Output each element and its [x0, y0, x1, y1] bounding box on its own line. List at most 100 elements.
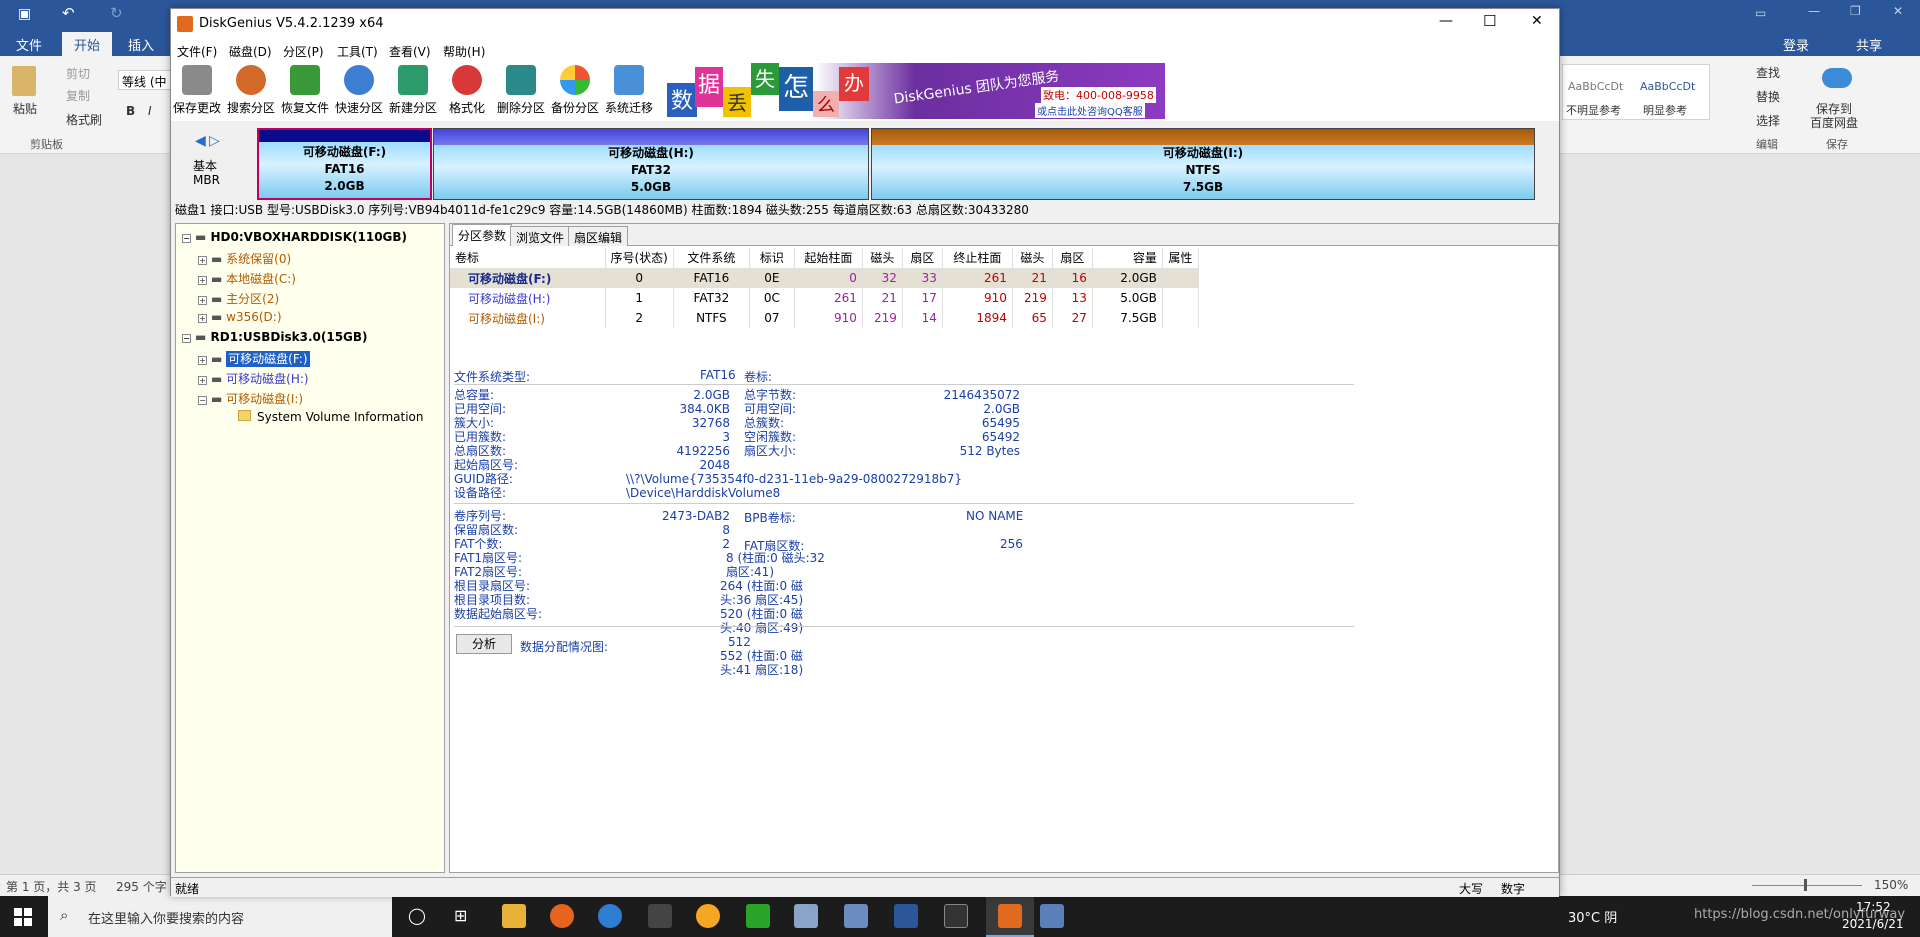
- col-id[interactable]: 标识: [749, 248, 795, 268]
- dg-close-icon[interactable]: ✕: [1531, 13, 1543, 29]
- baidu-pan-label[interactable]: 百度网盘: [1810, 114, 1858, 131]
- weather-text[interactable]: 30°C 阴: [1568, 907, 1617, 926]
- col-end-head[interactable]: 磁头: [1012, 248, 1053, 268]
- paste-button[interactable]: 粘贴: [13, 100, 37, 117]
- task-view-icon[interactable]: ◯: [408, 906, 426, 925]
- tree-item-svi[interactable]: System Volume Information: [238, 410, 423, 424]
- col-start-cyl[interactable]: 起始柱面: [794, 248, 863, 268]
- partition-block-i[interactable]: 可移动磁盘(I:) NTFS 7.5GB: [871, 128, 1535, 200]
- ribbon-display-icon[interactable]: ▭: [1755, 6, 1766, 20]
- app-icon-window[interactable]: [794, 904, 818, 928]
- tree-item-removable-f[interactable]: + ▬ 可移动磁盘(F:): [198, 350, 310, 367]
- copy-button[interactable]: 复制: [66, 87, 90, 104]
- new-partition-button[interactable]: 新建分区: [387, 63, 439, 119]
- dg-maximize-icon[interactable]: ☐: [1483, 12, 1496, 30]
- bold-button[interactable]: B: [126, 104, 135, 118]
- support-banner[interactable]: 数 据 丢 失 怎 么 办 DiskGenius 团队为您服务 致电：400-0…: [665, 63, 1165, 119]
- delete-partition-button[interactable]: 删除分区: [495, 63, 547, 119]
- menu-view[interactable]: 查看(V): [389, 43, 431, 60]
- partition-block-h[interactable]: 可移动磁盘(H:) FAT32 5.0GB: [433, 128, 869, 200]
- tree-item-local-c[interactable]: + ▬ 本地磁盘(C:): [198, 270, 296, 287]
- app-icon-computer[interactable]: [844, 904, 868, 928]
- calculator-icon[interactable]: [1040, 904, 1064, 928]
- tab-partition-params[interactable]: 分区参数: [452, 224, 513, 246]
- redo-icon[interactable]: ↻: [110, 4, 123, 22]
- firefox-icon[interactable]: [550, 904, 574, 928]
- clock-date[interactable]: 2021/6/21: [1842, 917, 1904, 931]
- format-button[interactable]: 格式化: [441, 63, 493, 119]
- tree-item-primary-2[interactable]: + ▬ 主分区(2): [198, 290, 279, 307]
- col-capacity[interactable]: 容量: [1092, 248, 1163, 268]
- menu-file[interactable]: 文件(F): [177, 43, 217, 60]
- network-app-icon[interactable]: [598, 904, 622, 928]
- col-end-sector[interactable]: 扇区: [1052, 248, 1093, 268]
- share-button[interactable]: 共享: [1856, 35, 1882, 54]
- find-button[interactable]: 查找: [1756, 64, 1780, 81]
- dg-minimize-icon[interactable]: —: [1439, 13, 1453, 29]
- zoom-slider[interactable]: [1752, 885, 1862, 886]
- style-name-2[interactable]: 明显参考: [1643, 102, 1687, 118]
- col-volume[interactable]: 卷标: [450, 248, 606, 268]
- app-icon-dots[interactable]: [648, 904, 672, 928]
- recover-files-button[interactable]: 恢复文件: [279, 63, 331, 119]
- undo-icon[interactable]: ↶: [62, 4, 75, 22]
- file-explorer-icon[interactable]: [502, 904, 526, 928]
- tree-item-removable-i[interactable]: − ▬ 可移动磁盘(I:): [198, 390, 303, 407]
- table-row[interactable]: 可移动磁盘(H:) 1 FAT32 0C 261 21 17 910 219 1…: [450, 288, 1199, 308]
- menu-help[interactable]: 帮助(H): [443, 43, 485, 60]
- paste-icon[interactable]: [12, 66, 36, 96]
- save-icon[interactable]: ▣: [18, 6, 31, 22]
- prev-disk-icon[interactable]: ◀: [195, 133, 206, 149]
- italic-button[interactable]: I: [148, 104, 152, 118]
- windows-start-icon[interactable]: [14, 908, 32, 926]
- backup-partition-button[interactable]: 备份分区: [549, 63, 601, 119]
- tree-item-removable-h[interactable]: + ▬ 可移动磁盘(H:): [198, 370, 309, 387]
- next-disk-icon[interactable]: ▷: [209, 133, 220, 149]
- save-changes-button[interactable]: 保存更改: [171, 63, 223, 119]
- terminal-icon[interactable]: [944, 904, 968, 928]
- style-preview-2[interactable]: AaBbCcDt: [1640, 80, 1695, 93]
- replace-button[interactable]: 替换: [1756, 88, 1780, 105]
- tab-file[interactable]: 文件: [16, 35, 42, 54]
- zoom-level[interactable]: 150%: [1874, 878, 1908, 892]
- font-name-box[interactable]: 等线 (中: [118, 70, 172, 90]
- close-icon[interactable]: ✕: [1893, 4, 1903, 18]
- col-end-cyl[interactable]: 终止柱面: [942, 248, 1013, 268]
- tab-home[interactable]: 开始: [62, 32, 113, 57]
- menu-partition[interactable]: 分区(P): [283, 43, 324, 60]
- tree-disk-hd0[interactable]: − ▬ HD0:VBOXHARDDISK(110GB): [182, 230, 407, 244]
- login-link[interactable]: 登录: [1783, 35, 1809, 54]
- tab-sector-edit[interactable]: 扇区编辑: [568, 226, 629, 246]
- baidu-cloud-icon[interactable]: [1822, 68, 1852, 88]
- tree-item-sys-reserved[interactable]: + ▬ 系统保留(0): [198, 250, 291, 267]
- taskbar-search-box[interactable]: ⌕ 在这里输入你要搜索的内容: [48, 896, 392, 937]
- system-migrate-button[interactable]: 系统迁移: [603, 63, 655, 119]
- partition-block-f[interactable]: 可移动磁盘(F:) FAT16 2.0GB: [257, 128, 432, 200]
- menu-disk[interactable]: 磁盘(D): [229, 43, 272, 60]
- word-icon[interactable]: [894, 904, 918, 928]
- restore-icon[interactable]: ❐: [1850, 4, 1861, 18]
- col-filesystem[interactable]: 文件系统: [673, 248, 750, 268]
- clock-time[interactable]: 17:52: [1856, 900, 1891, 914]
- col-index[interactable]: 序号(状态): [605, 248, 674, 268]
- tab-browse-files[interactable]: 浏览文件: [510, 226, 571, 246]
- select-button[interactable]: 选择: [1756, 112, 1780, 129]
- search-partition-button[interactable]: 搜索分区: [225, 63, 277, 119]
- col-start-sector[interactable]: 扇区: [902, 248, 943, 268]
- diskgenius-task[interactable]: [986, 896, 1034, 937]
- table-row[interactable]: 可移动磁盘(I:) 2 NTFS 07 910 219 14 1894 65 2…: [450, 308, 1199, 328]
- tree-disk-rd1[interactable]: − ▬ RD1:USBDisk3.0(15GB): [182, 330, 368, 344]
- format-painter-button[interactable]: 格式刷: [66, 111, 102, 128]
- col-start-head[interactable]: 磁头: [862, 248, 903, 268]
- quick-partition-button[interactable]: 快速分区: [333, 63, 385, 119]
- multitask-icon[interactable]: ⊞: [454, 906, 467, 925]
- cut-button[interactable]: 剪切: [66, 65, 90, 82]
- tree-item-w356-d[interactable]: + ▬ w356(D:): [198, 310, 282, 324]
- table-row[interactable]: 可移动磁盘(F:) 0 FAT16 0E 0 32 33 261 21 16 2…: [450, 268, 1199, 288]
- qc-app-icon[interactable]: [746, 904, 770, 928]
- menu-tools[interactable]: 工具(T): [337, 43, 378, 60]
- minimize-icon[interactable]: —: [1808, 4, 1820, 18]
- analyze-button[interactable]: 分析: [456, 634, 512, 654]
- zoom-slider-thumb[interactable]: [1804, 879, 1807, 891]
- style-name-1[interactable]: 不明显参考: [1566, 102, 1621, 118]
